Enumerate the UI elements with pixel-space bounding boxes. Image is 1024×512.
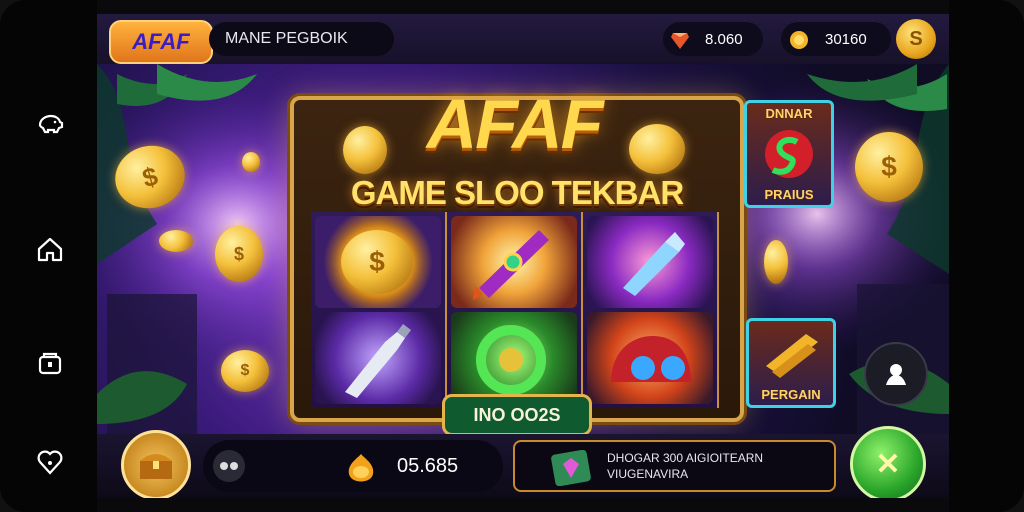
- symbol-green-swirl[interactable]: [451, 312, 577, 404]
- game-screen: AFAF MANE PEGBOIK 8.060 30160 S $ $ $ $ …: [97, 14, 949, 498]
- game-title: AFAF: [426, 85, 604, 163]
- balance-value: 05.685: [397, 455, 459, 477]
- swirl-icon: [476, 325, 546, 395]
- spiral-icon: [765, 130, 813, 178]
- coin-pouch-icon: [343, 450, 379, 484]
- helmet-icon: [611, 336, 691, 382]
- bottle-icon: [345, 324, 411, 398]
- coin-bag-icon: [787, 27, 811, 51]
- gems-value: 8.060: [705, 30, 743, 48]
- reel-1: $: [311, 212, 447, 408]
- win-plate: INO OO2S: [442, 394, 592, 436]
- balance-panel: 05.685: [203, 440, 503, 492]
- reel-3: [583, 212, 719, 408]
- symbol-helmet[interactable]: [587, 312, 713, 404]
- reel-2: [447, 212, 583, 408]
- crystal-icon: [623, 232, 685, 296]
- piggy-bank-icon[interactable]: [34, 108, 66, 140]
- top-bar: AFAF MANE PEGBOIK 8.060 30160 S: [97, 14, 949, 64]
- symbol-gold-coin[interactable]: $: [315, 216, 441, 308]
- logo-badge[interactable]: AFAF: [109, 20, 213, 64]
- bonus-card-bottom-label: PERGAIN: [761, 387, 821, 402]
- flying-coin-icon: $: [221, 350, 269, 392]
- spin-button[interactable]: ✕: [850, 426, 926, 498]
- scroll-icon: [473, 230, 549, 300]
- right-rail: [949, 0, 1024, 512]
- symbol-scroll[interactable]: [451, 216, 577, 308]
- symbol-bottle[interactable]: [315, 312, 441, 404]
- close-x-icon: ✕: [875, 447, 901, 481]
- flying-coin-icon: $: [855, 132, 923, 202]
- chat-icon[interactable]: [213, 450, 245, 482]
- mascot-button[interactable]: [864, 342, 928, 406]
- bonus-card-top[interactable]: DNNAR PRAIUS: [744, 100, 834, 208]
- add-coins-button[interactable]: S: [896, 19, 936, 59]
- heart-icon[interactable]: [34, 446, 66, 478]
- gem-card-icon: [551, 449, 591, 487]
- username-pill[interactable]: MANE PEGBOIK: [209, 22, 394, 56]
- flying-coin-icon: [764, 240, 788, 284]
- flying-coin-icon: $: [215, 226, 263, 282]
- symbol-crystal[interactable]: [587, 216, 713, 308]
- flying-coin-icon: [242, 152, 260, 172]
- message-text: DHOGAR 300 AIGIOITEARN VIUGENAVIRA: [607, 450, 832, 482]
- gems-pill[interactable]: 8.060: [663, 22, 763, 56]
- username-label: MANE PEGBOIK: [225, 30, 348, 47]
- reel-area: $: [311, 212, 721, 408]
- bonus-card-bottom[interactable]: PERGAIN: [746, 318, 836, 408]
- message-box[interactable]: DHOGAR 300 AIGIOITEARN VIUGENAVIRA: [513, 440, 836, 492]
- wallet-icon[interactable]: [34, 348, 66, 380]
- gem-icon: [669, 27, 691, 51]
- gold-coin-icon: $: [341, 230, 413, 294]
- treasure-chest-icon: [140, 454, 172, 479]
- bonus-card-top-label-2: PRAIUS: [764, 187, 814, 202]
- mascot-icon: [886, 364, 906, 385]
- flying-coin-icon: [159, 230, 193, 252]
- left-rail: [0, 0, 97, 512]
- phone-frame: AFAF MANE PEGBOIK 8.060 30160 S $ $ $ $ …: [0, 0, 1024, 512]
- dollar-coin-icon: S: [909, 27, 923, 50]
- home-icon[interactable]: [34, 233, 66, 265]
- treasure-chest-button[interactable]: [121, 430, 191, 498]
- game-subtitle: GAME SLOO TEKBAR: [350, 174, 684, 211]
- bonus-card-top-label-1: DNNAR: [765, 106, 813, 121]
- message-line-1: DHOGAR 300 AIGIOITEARN: [607, 451, 764, 465]
- coins-value: 30160: [825, 30, 867, 48]
- message-line-2: VIUGENAVIRA: [607, 467, 689, 481]
- gold-bars-icon: [766, 334, 818, 378]
- coins-pill[interactable]: 30160: [781, 22, 891, 56]
